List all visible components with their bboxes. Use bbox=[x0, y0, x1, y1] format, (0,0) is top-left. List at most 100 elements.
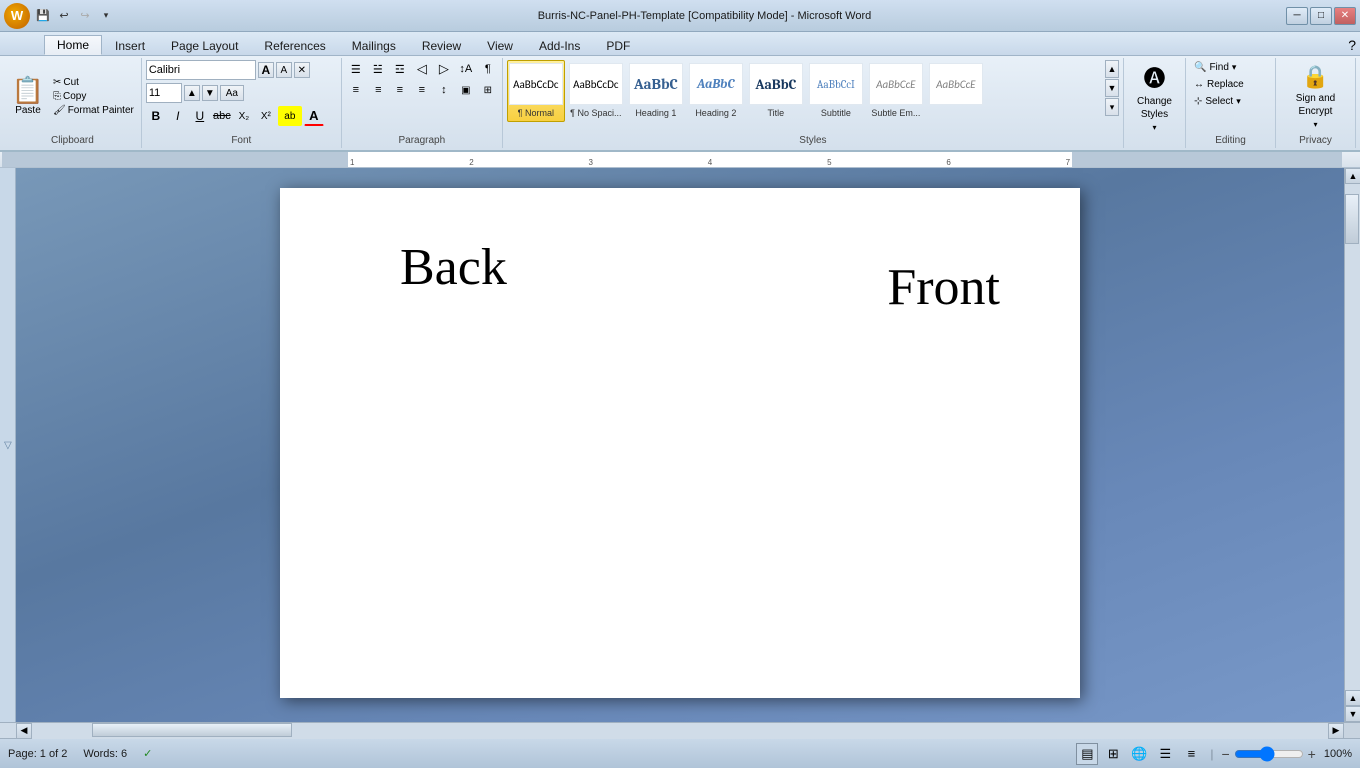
clipboard-content: 📋 Paste ✂ Cut ⎘ Copy 🖌 Format Painter bbox=[8, 60, 137, 146]
quickaccess-save[interactable]: 💾 bbox=[34, 7, 52, 25]
style-extra[interactable]: AaBbCcE bbox=[927, 60, 985, 122]
view-fullscreen-button[interactable]: ⊞ bbox=[1102, 743, 1124, 765]
styles-scroll-up[interactable]: ▲ bbox=[1105, 60, 1119, 78]
sign-encrypt-button[interactable]: 🔒 Sign andEncrypt ▾ bbox=[1288, 61, 1343, 131]
tab-pagelayout[interactable]: Page Layout bbox=[158, 35, 251, 55]
style-subtitle-label: Subtitle bbox=[821, 109, 851, 119]
view-print-button[interactable]: ▤ bbox=[1076, 743, 1098, 765]
replace-button[interactable]: ↔ Replace bbox=[1190, 77, 1248, 92]
font-size-down-button[interactable]: ▼ bbox=[202, 85, 218, 101]
style-normal[interactable]: AaBbCcDc ¶ Normal bbox=[507, 60, 565, 122]
decrease-indent-button[interactable]: ◁ bbox=[412, 60, 432, 78]
help-icon[interactable]: ? bbox=[1344, 35, 1360, 55]
scroll-thumb[interactable] bbox=[1345, 194, 1359, 244]
style-heading1[interactable]: AaBbC Heading 1 bbox=[627, 60, 685, 122]
hscroll-right-arrow[interactable]: ▶ bbox=[1328, 723, 1344, 739]
hscroll-track[interactable] bbox=[32, 723, 1328, 739]
hscroll-left-arrow[interactable]: ◀ bbox=[16, 723, 32, 739]
font-shrink-button[interactable]: A bbox=[276, 62, 292, 78]
tab-view[interactable]: View bbox=[474, 35, 526, 55]
find-dropdown-icon: ▾ bbox=[1232, 62, 1237, 73]
font-color-button[interactable]: A bbox=[304, 106, 324, 126]
superscript-button[interactable]: X² bbox=[256, 106, 276, 126]
tab-pdf[interactable]: PDF bbox=[593, 35, 643, 55]
hscroll-thumb[interactable] bbox=[92, 723, 292, 737]
line-spacing-button[interactable]: ↕ bbox=[434, 81, 454, 99]
paste-button[interactable]: 📋 Paste bbox=[8, 68, 48, 124]
find-label: Find bbox=[1209, 62, 1228, 73]
tab-addins[interactable]: Add-Ins bbox=[526, 35, 593, 55]
highlight-button[interactable]: ab bbox=[278, 106, 302, 126]
borders-button[interactable]: ⊞ bbox=[478, 81, 498, 99]
window-title: Burris-NC-Panel-PH-Template [Compatibili… bbox=[123, 10, 1286, 22]
aa-button[interactable]: Aa bbox=[220, 85, 244, 101]
view-outline-button[interactable]: ☰ bbox=[1154, 743, 1176, 765]
font-face-input[interactable] bbox=[146, 60, 256, 80]
bold-button[interactable]: B bbox=[146, 106, 166, 126]
quickaccess-redo[interactable]: ↪ bbox=[76, 7, 94, 25]
format-painter-label: Format Painter bbox=[68, 105, 134, 116]
styles-scroll-down[interactable]: ▼ bbox=[1105, 79, 1119, 97]
privacy-group-label: Privacy bbox=[1276, 135, 1355, 146]
sort-button[interactable]: ↕A bbox=[456, 60, 476, 78]
clipboard-small-btns: ✂ Cut ⎘ Copy 🖌 Format Painter bbox=[50, 76, 137, 117]
view-web-button[interactable]: 🌐 bbox=[1128, 743, 1150, 765]
italic-button[interactable]: I bbox=[168, 106, 188, 126]
find-button[interactable]: 🔍 Find ▾ bbox=[1190, 60, 1240, 75]
shading-button[interactable]: ▣ bbox=[456, 81, 476, 99]
zoom-minus-button[interactable]: − bbox=[1221, 746, 1229, 762]
show-marks-button[interactable]: ¶ bbox=[478, 60, 498, 78]
close-button[interactable]: ✕ bbox=[1334, 7, 1356, 25]
style-subtitle[interactable]: AaBbCcI Subtitle bbox=[807, 60, 865, 122]
tab-mailings[interactable]: Mailings bbox=[339, 35, 409, 55]
scroll-down-arrow-top[interactable]: ▲ bbox=[1345, 690, 1360, 706]
font-size-input[interactable] bbox=[146, 83, 182, 103]
align-right-button[interactable]: ≡ bbox=[390, 81, 410, 99]
bullets-button[interactable]: ☰ bbox=[346, 60, 366, 78]
zoom-plus-button[interactable]: + bbox=[1308, 746, 1316, 762]
scroll-down-arrow[interactable]: ▼ bbox=[1345, 706, 1360, 722]
restore-button[interactable]: □ bbox=[1310, 7, 1332, 25]
format-painter-button[interactable]: 🖌 Format Painter bbox=[50, 104, 137, 117]
tab-insert[interactable]: Insert bbox=[102, 35, 158, 55]
sign-encrypt-dropdown-icon: ▾ bbox=[1313, 120, 1317, 129]
zoom-slider[interactable] bbox=[1234, 748, 1304, 760]
cut-button[interactable]: ✂ Cut bbox=[50, 76, 137, 89]
view-draft-button[interactable]: ≡ bbox=[1180, 743, 1202, 765]
align-left-button[interactable]: ≡ bbox=[346, 81, 366, 99]
ribbon: 📋 Paste ✂ Cut ⎘ Copy 🖌 Format Painter Cl… bbox=[0, 56, 1360, 152]
select-button[interactable]: ⊹ Select ▾ bbox=[1190, 94, 1245, 109]
tab-review[interactable]: Review bbox=[409, 35, 474, 55]
font-grow-button[interactable]: A bbox=[258, 62, 274, 78]
styles-expand[interactable]: ▾ bbox=[1105, 98, 1119, 116]
copy-button[interactable]: ⎘ Copy bbox=[50, 90, 137, 103]
subscript-button[interactable]: X₂ bbox=[234, 106, 254, 126]
status-right: ▤ ⊞ 🌐 ☰ ≡ | − + 100% bbox=[1076, 743, 1352, 765]
underline-button[interactable]: U bbox=[190, 106, 210, 126]
word-count: Words: 6 bbox=[83, 748, 127, 760]
office-logo[interactable]: W bbox=[4, 3, 30, 29]
increase-indent-button[interactable]: ▷ bbox=[434, 60, 454, 78]
justify-button[interactable]: ≡ bbox=[412, 81, 432, 99]
change-styles-button[interactable]: 🅐 ChangeStyles ▾ bbox=[1128, 61, 1181, 131]
font-clear-button[interactable]: ✕ bbox=[294, 62, 310, 78]
change-styles-content: 🅐 ChangeStyles ▾ bbox=[1128, 60, 1181, 146]
multilevel-button[interactable]: ☲ bbox=[390, 60, 410, 78]
scroll-up-arrow[interactable]: ▲ bbox=[1345, 168, 1360, 184]
quickaccess-undo[interactable]: ↩ bbox=[55, 7, 73, 25]
strikethrough-button[interactable]: abc bbox=[212, 106, 232, 126]
style-heading2[interactable]: AaBbC Heading 2 bbox=[687, 60, 745, 122]
quickaccess-dropdown[interactable]: ▾ bbox=[97, 7, 115, 25]
style-subtle-em[interactable]: AaBbCcE Subtle Em... bbox=[867, 60, 925, 122]
style-no-spacing[interactable]: AaBbCcDc ¶ No Spaci... bbox=[567, 60, 625, 122]
scroll-track[interactable] bbox=[1345, 184, 1360, 690]
styles-group-label: Styles bbox=[503, 135, 1123, 146]
numbering-button[interactable]: ☱ bbox=[368, 60, 388, 78]
tab-references[interactable]: References bbox=[251, 35, 338, 55]
minimize-button[interactable]: ─ bbox=[1286, 7, 1308, 25]
tab-home[interactable]: Home bbox=[44, 35, 102, 55]
document-page[interactable]: Back Front bbox=[280, 188, 1080, 698]
style-title[interactable]: AaBbC Title bbox=[747, 60, 805, 122]
align-center-button[interactable]: ≡ bbox=[368, 81, 388, 99]
font-size-up-button[interactable]: ▲ bbox=[184, 85, 200, 101]
